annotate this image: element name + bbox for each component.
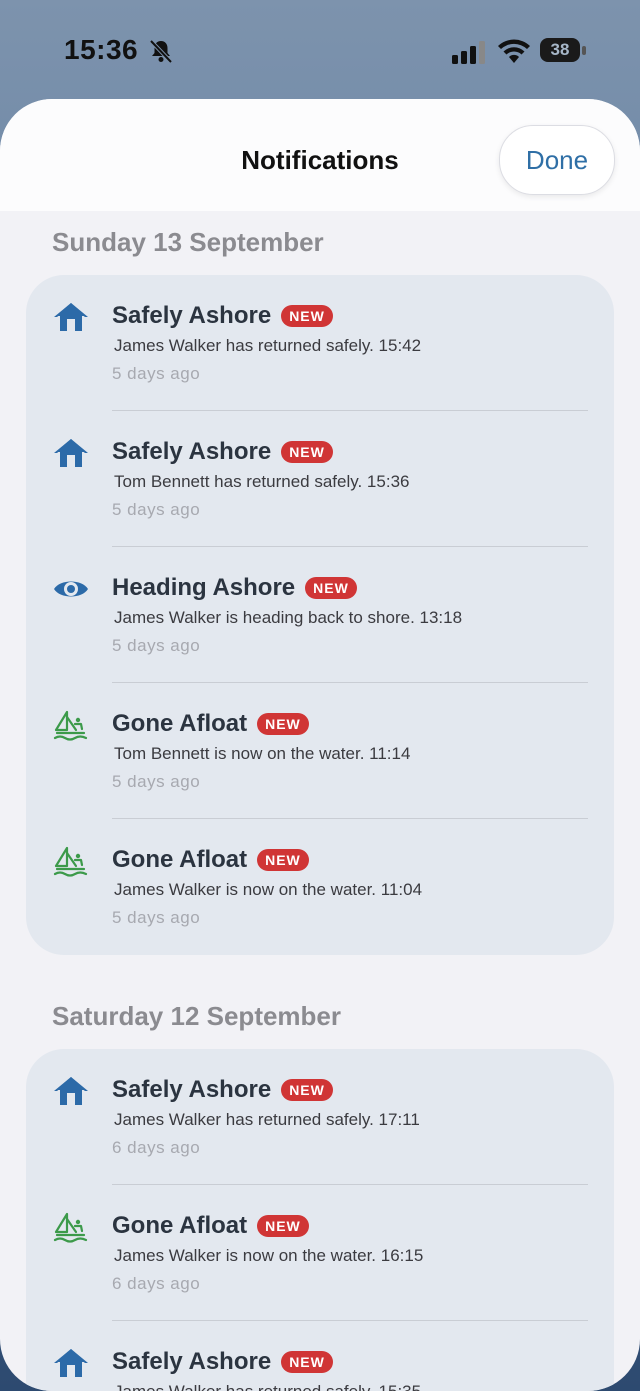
notification-row[interactable]: Safely Ashore NEW James Walker has returne…	[26, 1049, 614, 1185]
notification-time-ago: 5 days ago	[112, 364, 201, 383]
house-icon	[52, 437, 90, 469]
notification-title: Gone Afloat	[112, 846, 248, 873]
notification-message: James Walker is now on the water. 11:04	[114, 880, 423, 899]
notifications-sheet: Notifications Done Sunday 13 September Sa…	[0, 99, 640, 1391]
notification-time-ago: 5 days ago	[112, 908, 201, 927]
new-badge: NEW	[257, 713, 309, 735]
notification-time-ago: 5 days ago	[112, 500, 201, 519]
notification-card: Safely Ashore NEW James Walker has returne…	[26, 1049, 614, 1391]
notification-title: Gone Afloat	[112, 1212, 248, 1239]
notification-title: Safely Ashore	[112, 302, 272, 329]
sailing-icon	[52, 1211, 90, 1243]
battery-icon: 38	[540, 38, 588, 64]
bell-slash-icon	[149, 39, 173, 64]
notification-title-line: Gone Afloat NEW	[112, 1209, 309, 1243]
notification-title: Gone Afloat	[112, 710, 248, 737]
new-badge: NEW	[281, 1079, 333, 1101]
notification-row[interactable]: Safely Ashore NEW Tom Bennett has returned…	[26, 411, 614, 547]
cellular-signal-icon	[452, 41, 485, 64]
wifi-icon	[498, 39, 530, 63]
new-badge: NEW	[305, 577, 357, 599]
notification-row[interactable]: Safely Ashore NEW James Walker has returne…	[26, 1321, 614, 1391]
notification-row[interactable]: Heading Ashore NEW James Walker is heading…	[26, 547, 614, 683]
new-badge: NEW	[257, 849, 309, 871]
sheet-header: Notifications Done	[0, 99, 640, 211]
notification-title-line: Heading Ashore NEW	[112, 571, 357, 605]
new-badge: NEW	[281, 1351, 333, 1373]
notification-title: Heading Ashore	[112, 574, 296, 601]
notification-title: Safely Ashore	[112, 1076, 272, 1103]
notification-message: James Walker is now on the water. 16:15	[114, 1246, 424, 1265]
battery-level: 38	[550, 40, 570, 59]
status-bar: 15:36 38	[0, 0, 640, 100]
sailing-icon	[52, 845, 90, 877]
new-badge: NEW	[257, 1215, 309, 1237]
status-time: 15:36	[64, 34, 139, 65]
notification-title: Safely Ashore	[112, 438, 272, 465]
notification-time-ago: 5 days ago	[112, 636, 201, 655]
new-badge: NEW	[281, 305, 333, 327]
notification-time-ago: 5 days ago	[112, 772, 201, 791]
notification-title-line: Safely Ashore NEW	[112, 1345, 333, 1379]
house-icon	[52, 1347, 90, 1379]
notification-row[interactable]: Safely Ashore NEW James Walker has returne…	[26, 275, 614, 411]
house-icon	[52, 301, 90, 333]
notification-title-line: Gone Afloat NEW	[112, 707, 309, 741]
notification-time-ago: 6 days ago	[112, 1274, 201, 1293]
sailing-icon	[52, 709, 90, 741]
notification-title-line: Safely Ashore NEW	[112, 435, 333, 469]
notification-title: Safely Ashore	[112, 1348, 272, 1375]
house-icon	[52, 1075, 90, 1107]
notification-message: James Walker has returned safely. 15:42	[114, 336, 422, 355]
notification-card: Safely Ashore NEW James Walker has returne…	[26, 275, 614, 955]
section-title: Saturday 12 September	[52, 1001, 342, 1031]
notification-message: Tom Bennett is now on the water. 11:14	[114, 744, 411, 763]
notification-time-ago: 6 days ago	[112, 1138, 201, 1157]
notification-row[interactable]: Gone Afloat NEW James Walker is now on the…	[26, 819, 614, 955]
notification-message: James Walker has returned safely. 17:11	[114, 1110, 420, 1129]
notification-title-line: Gone Afloat NEW	[112, 843, 309, 877]
section-title: Sunday 13 September	[52, 227, 324, 257]
notification-row[interactable]: Gone Afloat NEW James Walker is now on the…	[26, 1185, 614, 1321]
notification-message: James Walker has returned safely. 15:35	[114, 1382, 421, 1391]
notification-title-line: Safely Ashore NEW	[112, 299, 333, 333]
new-badge: NEW	[281, 441, 333, 463]
notification-message: James Walker is heading back to shore. 1…	[114, 608, 463, 627]
done-button[interactable]: Done	[499, 125, 615, 195]
notification-title-line: Safely Ashore NEW	[112, 1073, 333, 1107]
notification-row[interactable]: Gone Afloat NEW Tom Bennett is now on the …	[26, 683, 614, 819]
notification-message: Tom Bennett has returned safely. 15:36	[114, 472, 410, 491]
eye-icon	[52, 573, 90, 605]
